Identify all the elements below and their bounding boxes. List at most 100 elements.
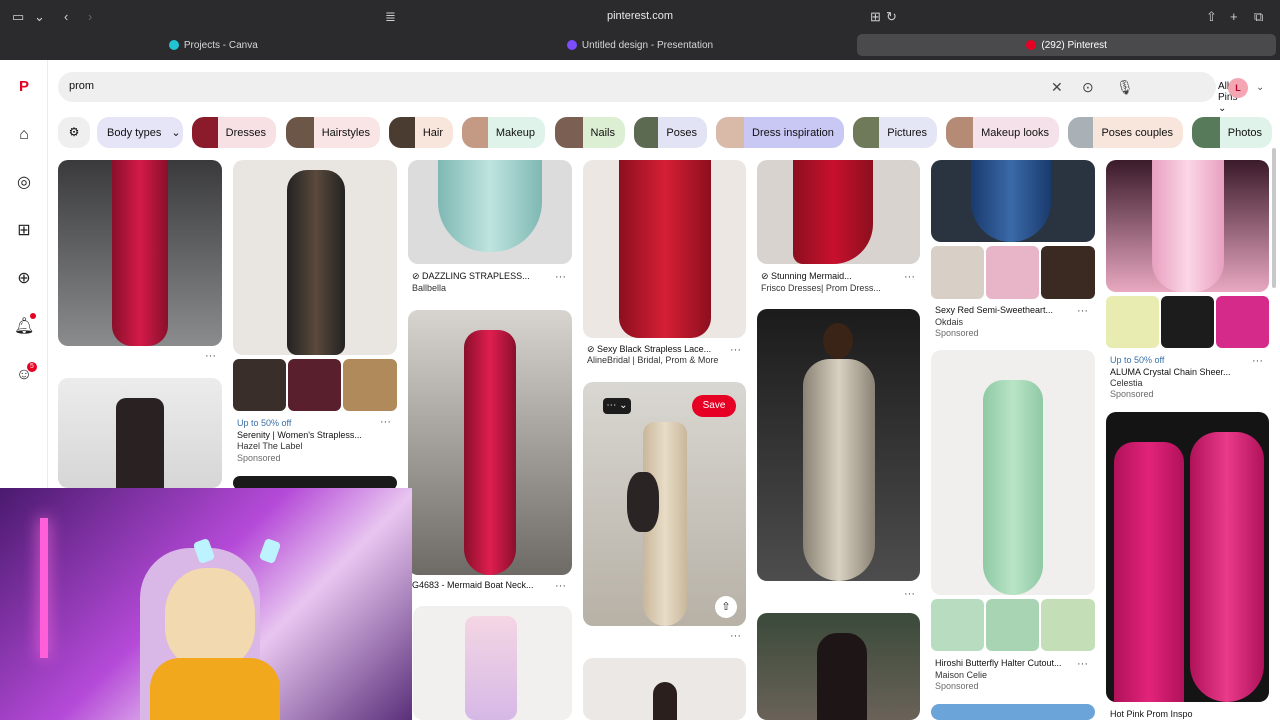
pin-image[interactable] [58, 378, 222, 488]
more-options-icon[interactable]: ··· [555, 271, 566, 283]
boards-icon[interactable]: ⊞ [14, 221, 34, 241]
url-bar[interactable]: pinterest.com [560, 10, 720, 22]
pin-source[interactable]: Okdais [935, 317, 963, 327]
pin-image[interactable] [583, 160, 746, 338]
pin-thumb[interactable] [1041, 246, 1095, 299]
pinterest-logo-icon[interactable]: P [14, 77, 34, 97]
pin-image[interactable] [58, 160, 222, 346]
chevron-down-icon[interactable]: ⌄ [34, 9, 45, 25]
chip-body-types[interactable]: Body types ⌄ [97, 117, 183, 148]
pin-image[interactable] [583, 658, 746, 720]
filter-icon[interactable]: ⚙︎ [58, 117, 90, 148]
account-chevron-icon[interactable]: ⌄ [1256, 82, 1264, 93]
chip-hairstyles[interactable]: Hairstyles [286, 117, 380, 148]
search-input[interactable]: prom [69, 80, 94, 92]
more-options-icon[interactable]: ··· [555, 580, 566, 592]
more-options-icon[interactable]: ··· [1077, 658, 1088, 670]
pin-image[interactable]: ⋯ ⌄ ⇧ [583, 382, 746, 626]
more-options-icon[interactable]: ··· [730, 344, 741, 356]
pin-thumb[interactable] [233, 359, 286, 411]
reader-icon[interactable]: ≣ [385, 9, 396, 25]
tab-presentation[interactable]: Untitled design - Presentation [431, 34, 850, 56]
pin-image[interactable] [1106, 412, 1269, 702]
tab-pinterest[interactable]: (292) Pinterest [857, 34, 1277, 56]
save-button[interactable]: Save [692, 395, 736, 417]
board-select-dropdown[interactable]: ⋯ ⌄ [603, 398, 631, 414]
pin-thumb[interactable] [1106, 296, 1159, 348]
search-bar[interactable]: prom ✕ ⊙ 🎙︎ All Pins ⌄ [58, 72, 1237, 114]
more-options-icon[interactable]: ··· [205, 350, 216, 362]
chip-dresses[interactable]: Dresses [192, 117, 276, 148]
pin-thumb[interactable] [1216, 296, 1269, 348]
pin-image[interactable] [413, 606, 572, 720]
pin-title[interactable]: ALUMA Crystal Chain Sheer... [1110, 367, 1250, 377]
pin-thumb[interactable] [1041, 599, 1095, 651]
pin-image[interactable] [233, 160, 397, 355]
pin-source[interactable]: Hazel The Label [237, 441, 302, 451]
chip-makeup-looks[interactable]: Makeup looks [946, 117, 1059, 148]
translate-icon[interactable]: ⊞ [870, 9, 881, 25]
pin-thumb[interactable] [986, 246, 1039, 299]
more-options-icon[interactable]: ··· [730, 630, 741, 642]
pin-image[interactable] [757, 613, 920, 720]
pin-image[interactable] [1106, 160, 1269, 292]
more-options-icon[interactable]: ··· [904, 271, 915, 283]
explore-icon[interactable]: ◎ [14, 173, 34, 193]
pin-title[interactable]: ⊘ Stunning Mermaid... [761, 271, 901, 282]
more-options-icon[interactable]: ··· [1077, 305, 1088, 317]
sidebar-toggle-icon[interactable]: ▭ [12, 9, 24, 25]
new-tab-icon[interactable]: + [1230, 9, 1238, 24]
pin-title[interactable]: ⊘ DAZZLING STRAPLESS... [412, 271, 552, 282]
pin-title[interactable]: Hiroshi Butterfly Halter Cutout... [935, 658, 1075, 668]
avatar[interactable]: L [1228, 78, 1248, 98]
chip-photos[interactable]: Photos [1192, 117, 1272, 148]
back-icon[interactable]: ‹ [64, 9, 68, 24]
reload-icon[interactable]: ↻ [886, 9, 897, 25]
pin-image[interactable] [757, 160, 920, 264]
pin-thumb[interactable] [931, 599, 984, 651]
chip-pictures[interactable]: Pictures [853, 117, 937, 148]
pin-thumb[interactable] [288, 359, 341, 411]
pin-title[interactable]: Serenity | Women's Strapless... [237, 430, 377, 440]
pin-source[interactable]: Maison Celie [935, 670, 987, 680]
pin-image[interactable] [408, 160, 572, 264]
chip-poses-couples[interactable]: Poses couples [1068, 117, 1183, 148]
pin-source[interactable]: Celestia [1110, 378, 1143, 388]
pin-image[interactable] [931, 350, 1095, 595]
share-icon[interactable]: ⇧ [1206, 9, 1217, 25]
pin-thumb[interactable] [931, 246, 984, 299]
chip-makeup[interactable]: Makeup [462, 117, 545, 148]
pin-thumb[interactable] [1161, 296, 1214, 348]
chip-poses[interactable]: Poses [634, 117, 707, 148]
home-icon[interactable]: ⌂ [14, 125, 34, 145]
notifications-icon[interactable]: 🔔︎ [14, 317, 34, 337]
pin-source[interactable]: AlineBridal | Bridal, Prom & More [587, 355, 718, 365]
pin-title[interactable]: Hot Pink Prom Inspo [1110, 709, 1250, 719]
chip-dress-inspiration[interactable]: Dress inspiration [716, 117, 844, 148]
pin-thumb[interactable] [986, 599, 1039, 651]
pin-image[interactable] [931, 160, 1095, 242]
chip-nails[interactable]: Nails [555, 117, 625, 148]
more-options-icon[interactable]: ··· [380, 416, 391, 428]
pin-title[interactable]: Sexy Red Semi-Sweetheart... [935, 305, 1075, 315]
pin-thumb[interactable] [343, 359, 397, 411]
share-icon[interactable]: ⇧ [715, 596, 737, 618]
microphone-icon[interactable]: 🎙︎ [1116, 79, 1134, 96]
clear-icon[interactable]: ✕ [1051, 79, 1063, 96]
scrollbar[interactable] [1272, 148, 1276, 288]
pin-image[interactable] [408, 310, 572, 575]
pin-source[interactable]: Ballbella [412, 283, 446, 293]
tab-overview-icon[interactable]: ⧉ [1254, 9, 1263, 25]
pin-title[interactable]: ⊘ Sexy Black Strapless Lace... [587, 344, 727, 355]
pin-image[interactable] [931, 704, 1095, 720]
forward-icon[interactable]: › [88, 9, 92, 24]
camera-icon[interactable]: ⊙ [1082, 79, 1094, 96]
more-options-icon[interactable]: ··· [904, 588, 915, 600]
more-options-icon[interactable]: ··· [1252, 355, 1263, 367]
create-icon[interactable]: ⊕ [14, 269, 34, 289]
chip-hair[interactable]: Hair [389, 117, 453, 148]
pin-image[interactable] [757, 309, 920, 581]
pin-source[interactable]: Frisco Dresses| Prom Dress... [761, 283, 881, 293]
tab-canva[interactable]: Projects - Canva [4, 34, 423, 56]
pin-title[interactable]: G4683 - Mermaid Boat Neck... [412, 580, 552, 590]
